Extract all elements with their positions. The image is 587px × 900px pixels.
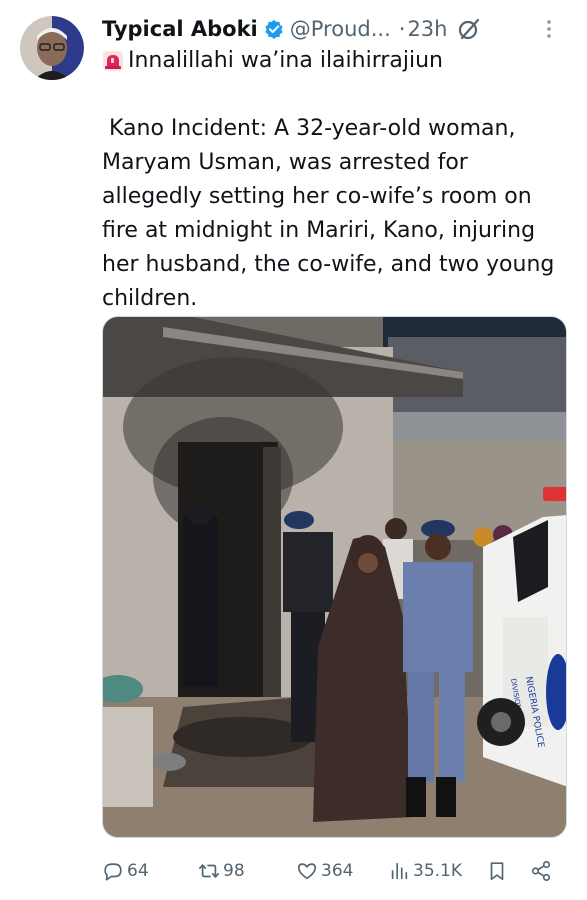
author-handle[interactable]: @Proud... — [290, 17, 391, 41]
views-button[interactable]: 35.1K — [388, 860, 462, 882]
tweet-text: Innalillahi wa’ina ilaihirrajiun Kano In… — [102, 44, 572, 316]
like-count: 364 — [321, 861, 354, 881]
retweet-button[interactable]: 98 — [198, 860, 245, 882]
like-button[interactable]: 364 — [296, 860, 353, 882]
timestamp[interactable]: 23h — [407, 17, 447, 41]
tweet-first-line-text: Innalillahi wa’ina ilaihirrajiun — [128, 48, 444, 73]
views-chart-icon — [391, 862, 408, 880]
tweet-actions: 64 98 364 35.1K — [102, 853, 562, 889]
avatar[interactable] — [20, 16, 84, 80]
retweet-icon — [199, 864, 219, 878]
views-count: 35.1K — [413, 861, 462, 881]
bookmark-button[interactable] — [486, 860, 508, 882]
separator-dot: · — [398, 17, 406, 41]
tweet-photo[interactable]: NIGERIA POLICE DIVISIONAL — [102, 316, 567, 838]
bookmark-icon — [490, 862, 504, 881]
tweet: Typical Aboki @Proud... · 23h Innalillah… — [0, 0, 587, 900]
verified-badge-icon — [265, 19, 283, 39]
author-display-name[interactable]: Typical Aboki — [102, 17, 258, 41]
tweet-header: Typical Aboki @Proud... · 23h — [102, 12, 567, 46]
share-button[interactable] — [530, 860, 552, 882]
siren-icon — [103, 51, 123, 71]
more-options-icon[interactable] — [545, 17, 553, 41]
tweet-body-text: Kano Incident: A 32-year-old woman, Mary… — [102, 116, 562, 311]
reply-count: 64 — [127, 861, 149, 881]
reply-icon — [104, 863, 122, 881]
reply-button[interactable]: 64 — [102, 860, 149, 882]
grok-icon[interactable] — [457, 17, 481, 41]
share-icon — [531, 861, 551, 881]
tweet-first-line: Innalillahi wa’ina ilaihirrajiun — [102, 44, 572, 78]
avatar-image — [20, 16, 84, 80]
retweet-count: 98 — [223, 861, 245, 881]
heart-icon — [297, 863, 317, 880]
photo-scene: NIGERIA POLICE DIVISIONAL — [103, 317, 566, 837]
